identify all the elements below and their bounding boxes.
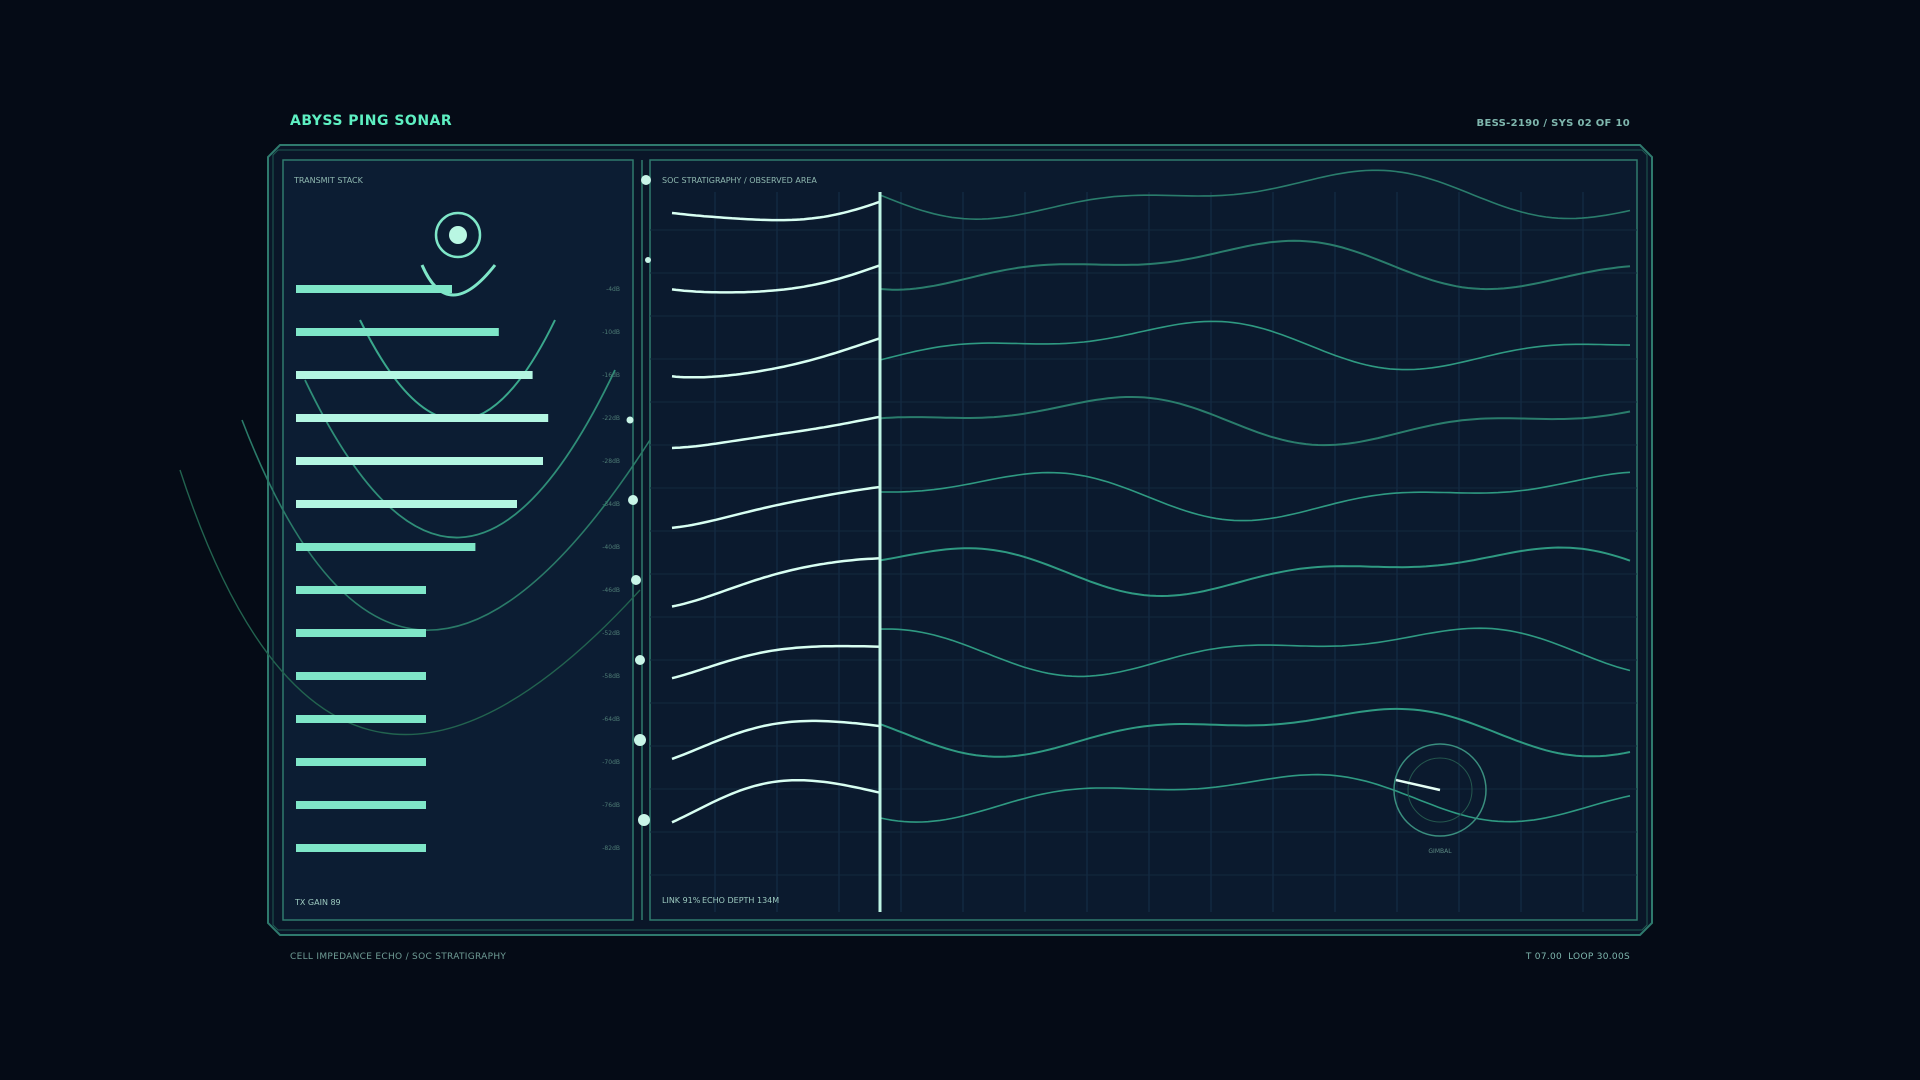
depth-slider-knob[interactable] — [638, 814, 650, 826]
stratigraphy-panel-title: SOC STRATIGRAPHY / OBSERVED AREA — [662, 176, 817, 185]
depth-tick-label: -64dB — [602, 716, 620, 723]
sonar-display: TRANSMIT STACK TX GAIN 89 SOC STRATIGRAP… — [179, 144, 1653, 936]
transmit-bar — [296, 371, 533, 379]
transmit-bar — [296, 328, 499, 336]
stratigraphy-panel — [649, 159, 1638, 921]
depth-tick-label: -4dB — [606, 286, 620, 293]
transmit-bar — [296, 500, 517, 508]
transmit-bar — [296, 715, 426, 723]
transmit-bar — [296, 629, 426, 637]
transmit-bar — [296, 586, 426, 594]
depth-tick-label: -52dB — [602, 630, 620, 637]
depth-slider-knob[interactable] — [634, 734, 646, 746]
sonar-dashboard: ABYSS PING SONAR BESS-2190 / SYS 02 OF 1… — [0, 0, 1920, 1080]
depth-tick-label: -46dB — [602, 587, 620, 594]
link-label: LINK 91% — [662, 896, 701, 905]
transmit-panel-title: TRANSMIT STACK — [293, 176, 364, 185]
depth-tick-label: -34dB — [602, 501, 620, 508]
transmit-bar — [296, 758, 426, 766]
gimbal-dial[interactable] — [1393, 743, 1487, 837]
loop-readout: LOOP 30.00S — [1568, 952, 1630, 962]
transmit-bar — [296, 457, 543, 465]
gimbal-label: GIMBAL — [1428, 848, 1452, 855]
transmit-bar — [296, 801, 426, 809]
depth-tick-label: -70dB — [602, 759, 620, 766]
depth-tick-label: -76dB — [602, 802, 620, 809]
depth-slider-knob[interactable] — [631, 575, 641, 585]
transmit-bar — [296, 672, 426, 680]
footer-timing: T 07.00 LOOP 30.00S — [1526, 952, 1630, 962]
tx-gain-label: TX GAIN 89 — [294, 898, 341, 907]
depth-slider-knob[interactable] — [645, 257, 651, 263]
depth-tick-label: -28dB — [602, 458, 620, 465]
depth-slider-knob[interactable] — [641, 175, 651, 185]
time-readout: T 07.00 — [1525, 952, 1563, 962]
depth-slider-knob[interactable] — [628, 495, 638, 505]
depth-slider-knob[interactable] — [626, 416, 634, 424]
depth-tick-label: -10dB — [602, 329, 620, 336]
depth-tick-label: -16dB — [602, 372, 620, 379]
echo-depth-label: ECHO DEPTH 134M — [702, 896, 779, 905]
depth-tick-label: -82dB — [602, 845, 620, 852]
depth-tick-label: -22dB — [602, 415, 620, 422]
transmit-bar — [296, 543, 476, 551]
transmit-bar — [296, 844, 426, 852]
depth-tick-label: -40dB — [602, 544, 620, 551]
footer-description: CELL IMPEDANCE ECHO / SOC STRATIGRAPHY — [290, 952, 507, 962]
depth-tick-label: -58dB — [602, 673, 620, 680]
transmit-bar — [296, 414, 549, 422]
depth-slider-knob[interactable] — [635, 655, 645, 665]
transmit-bar — [296, 285, 452, 293]
